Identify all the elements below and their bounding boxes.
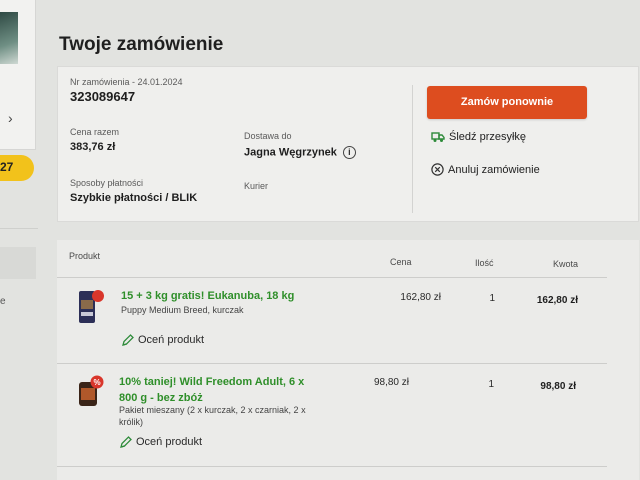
rate-product-label: Oceń produkt <box>136 436 203 448</box>
reorder-button[interactable]: Zamów ponownie <box>427 86 587 119</box>
product-amount: 98,80 zł <box>540 381 576 392</box>
track-shipment-label: Śledź przesyłkę <box>449 130 527 143</box>
order-number: 323089647 <box>70 89 136 104</box>
order-number-label: Nr zamówienia - 24.01.2024 <box>70 77 183 87</box>
pencil-icon <box>122 334 134 346</box>
product-price: 98,80 zł <box>373 377 409 388</box>
cancel-order-link[interactable]: Anuluj zamówienie <box>431 163 540 176</box>
courier-label: Kurier <box>244 181 269 191</box>
left-nav-item[interactable] <box>0 247 36 279</box>
row-divider <box>57 363 607 364</box>
price-value: 383,76 zł <box>70 141 116 153</box>
payment-label: Sposoby płatności <box>70 178 144 188</box>
chevron-right-icon[interactable]: › <box>8 110 13 126</box>
rate-product-label: Oceń produkt <box>138 334 205 346</box>
page-title: Twoje zamówienie <box>59 34 224 55</box>
svg-text:%: % <box>93 378 100 387</box>
main-content: Twoje zamówienie Nr zamówienia - 24.01.2… <box>40 0 640 480</box>
left-product-card[interactable]: › <box>0 0 36 150</box>
left-badge[interactable]: 27 <box>0 155 34 181</box>
price-label: Cena razem <box>70 127 120 137</box>
order-summary-card: Nr zamówienia - 24.01.2024 323089647 Cen… <box>57 66 639 222</box>
payment-value: Szybkie płatności / BLIK <box>70 192 198 204</box>
delivery-recipient: Jagna Węgrzynek i <box>244 146 356 159</box>
product-name[interactable]: 15 + 3 kg gratis! Eukanuba, 18 kg <box>121 288 321 304</box>
info-icon[interactable]: i <box>342 146 356 159</box>
row-divider <box>57 466 607 467</box>
product-image-wild-freedom[interactable]: % <box>76 374 106 410</box>
table-header-divider <box>57 277 607 278</box>
product-variant: Puppy Medium Breed, kurczak <box>121 305 244 315</box>
header-amount: Kwota <box>553 259 579 269</box>
delivery-label: Dostawa do <box>244 131 292 141</box>
cancel-order-label: Anuluj zamówienie <box>448 163 540 176</box>
rate-product-link[interactable]: Oceń produkt <box>119 435 202 449</box>
header-quantity: Ilość <box>475 258 494 268</box>
header-price: Cena <box>390 257 412 267</box>
truck-icon <box>431 132 445 142</box>
header-product: Produkt <box>69 251 101 261</box>
products-table: Produkt Cena Ilość Kwota 15 + 3 kg grati… <box>57 240 639 480</box>
cancel-circle-icon <box>431 163 444 176</box>
delivery-recipient-name: Jagna Węgrzynek <box>244 146 337 159</box>
product-name[interactable]: 10% taniej! Wild Freedom Adult, 6 x 800 … <box>119 374 319 406</box>
left-divider <box>0 228 38 229</box>
left-product-thumbnail <box>0 12 18 64</box>
pencil-icon <box>120 436 132 448</box>
track-shipment-link[interactable]: Śledź przesyłkę <box>431 130 526 143</box>
left-column: › 27 e <box>0 0 38 480</box>
product-amount: 162,80 zł <box>536 295 578 306</box>
left-text-fragment: e <box>0 296 6 307</box>
product-image-eukanuba[interactable] <box>78 288 106 326</box>
product-quantity: 1 <box>489 293 495 304</box>
product-variant: Pakiet mieszany (2 x kurczak, 2 x czarni… <box>119 405 306 427</box>
rate-product-link[interactable]: Oceń produkt <box>121 333 204 347</box>
card-divider <box>412 85 413 213</box>
product-price: 162,80 zł <box>400 292 441 303</box>
product-quantity: 1 <box>488 379 494 390</box>
